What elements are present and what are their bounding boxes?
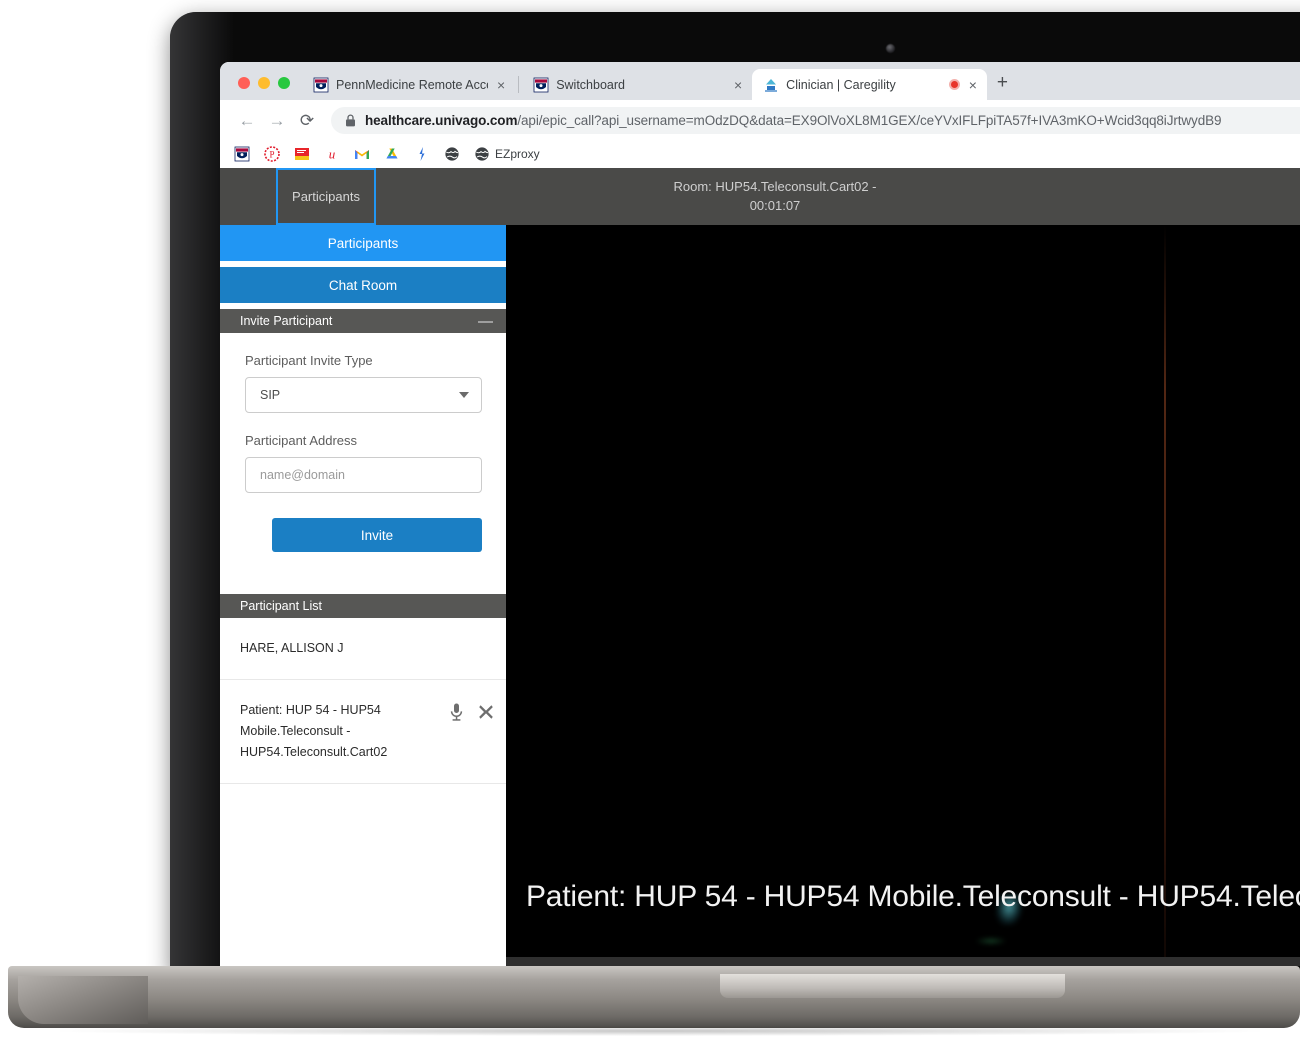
invite-type-value: SIP	[260, 388, 281, 402]
laptop-shadow	[60, 1026, 1260, 1036]
bookmark-globe-1[interactable]	[444, 146, 460, 162]
participant-name: HARE, ALLISON J	[240, 641, 344, 655]
recording-indicator-icon[interactable]	[948, 79, 960, 90]
app-top-bar: Room: HUP54.Teleconsult.Cart02 - 00:01:0…	[220, 168, 1300, 225]
webcam-icon	[886, 44, 895, 53]
video-light-streak	[1164, 225, 1166, 966]
sidebar-tab-participants[interactable]: Participants	[220, 225, 506, 261]
participant-list-section-header: Participant List	[220, 594, 506, 618]
video-participant-overlay-label: Patient: HUP 54 - HUP54 Mobile.Teleconsu…	[526, 880, 1300, 913]
bookmarks-bar: P u EZproxy	[220, 140, 1300, 168]
penn-shield-icon	[533, 77, 549, 92]
participant-address-label: Participant Address	[245, 433, 358, 448]
invite-participant-title: Invite Participant	[240, 314, 333, 328]
bookmark-penn-shield[interactable]	[234, 146, 250, 162]
script-u-icon: u	[329, 147, 336, 162]
invite-participant-section-header[interactable]: Invite Participant —	[220, 309, 506, 333]
new-tab-button[interactable]: +	[987, 73, 1016, 100]
video-bottom-bar	[506, 957, 1300, 966]
caregility-app: Room: HUP54.Teleconsult.Cart02 - 00:01:0…	[220, 168, 1300, 966]
browser-window: PennMedicine Remote Access × Switchboard…	[220, 62, 1300, 966]
blue-bolt-icon	[419, 147, 425, 161]
participants-toolbar-button[interactable]: Participants	[276, 168, 376, 225]
video-green-glow	[976, 937, 1006, 945]
invite-type-select[interactable]: SIP	[245, 377, 482, 413]
participant-list-title: Participant List	[240, 599, 322, 613]
window-traffic-lights	[220, 77, 302, 100]
laptop-base	[8, 966, 1300, 1028]
room-name: Room: HUP54.Teleconsult.Cart02 -	[673, 179, 877, 194]
bookmark-red-card[interactable]	[294, 146, 310, 162]
bookmark-script-u[interactable]: u	[324, 146, 340, 162]
browser-tab-1[interactable]: PennMedicine Remote Access ×	[302, 69, 515, 100]
browser-tab-3-close-icon[interactable]: ×	[967, 78, 979, 92]
svg-text:u: u	[329, 147, 336, 162]
room-timer: 00:01:07	[749, 198, 801, 213]
bookmark-google-drive[interactable]	[384, 146, 400, 162]
laptop-base-foot	[18, 976, 148, 1024]
gmail-icon	[355, 150, 369, 159]
google-drive-icon	[386, 148, 398, 159]
browser-tab-1-title: PennMedicine Remote Access	[336, 77, 488, 92]
browser-tab-3-title: Clinician | Caregility	[786, 77, 896, 92]
bookmark-blue-bolt[interactable]	[414, 146, 430, 162]
remove-participant-icon[interactable]	[478, 704, 494, 720]
globe-icon	[445, 147, 459, 161]
invite-type-label: Participant Invite Type	[245, 353, 373, 368]
browser-tab-strip: PennMedicine Remote Access × Switchboard…	[220, 62, 1300, 100]
minimize-window-button[interactable]	[258, 77, 270, 89]
penn-shield-icon	[234, 146, 250, 162]
invite-button[interactable]: Invite	[272, 518, 482, 552]
lock-icon	[346, 113, 355, 126]
bookmark-ezproxy[interactable]: EZproxy	[474, 146, 540, 162]
video-stage[interactable]: Patient: HUP 54 - HUP54 Mobile.Teleconsu…	[506, 225, 1300, 966]
penn-p-icon: P	[264, 146, 280, 162]
screenshot-root: PennMedicine Remote Access × Switchboard…	[0, 0, 1300, 1046]
caregility-icon	[765, 78, 778, 92]
browser-tab-1-close-icon[interactable]: ×	[495, 78, 507, 92]
participant-address-placeholder: name@domain	[260, 468, 345, 482]
back-button[interactable]: ←	[234, 107, 260, 133]
browser-tab-3[interactable]: Clinician | Caregility ×	[752, 69, 987, 100]
participant-list-item[interactable]: HARE, ALLISON J	[220, 618, 506, 680]
chevron-down-icon	[459, 392, 469, 398]
red-card-icon	[295, 148, 309, 160]
bookmark-ezproxy-label: EZproxy	[495, 147, 540, 161]
participant-name: Patient: HUP 54 - HUP54 Mobile.Teleconsu…	[240, 703, 388, 759]
laptop-base-notch	[720, 974, 1065, 998]
browser-toolbar: ← → ⟳ healthcare.univago.com/api/epic_ca…	[220, 100, 1300, 140]
bookmark-penn-p[interactable]: P	[264, 146, 280, 162]
svg-text:P: P	[269, 150, 274, 160]
penn-shield-icon	[313, 77, 329, 92]
participant-list-item[interactable]: Patient: HUP 54 - HUP54 Mobile.Teleconsu…	[220, 680, 506, 784]
collapse-icon[interactable]: —	[478, 314, 493, 329]
address-bar[interactable]: healthcare.univago.com/api/epic_call?api…	[331, 106, 1300, 134]
microphone-icon[interactable]	[449, 702, 464, 722]
participants-sidebar: Participants Chat Room Invite Participan…	[220, 225, 506, 966]
close-window-button[interactable]	[238, 77, 250, 89]
participant-row-actions	[449, 700, 494, 722]
room-label: Room: HUP54.Teleconsult.Cart02 - 00:01:0…	[220, 177, 1300, 215]
address-bar-text: healthcare.univago.com/api/epic_call?api…	[365, 113, 1221, 128]
browser-tab-2-title: Switchboard	[556, 77, 625, 92]
browser-tab-2[interactable]: Switchboard ×	[522, 69, 752, 100]
address-host: healthcare.univago.com	[365, 112, 518, 128]
reload-button[interactable]: ⟳	[294, 107, 320, 133]
sidebar-tab-chat-room[interactable]: Chat Room	[220, 267, 506, 303]
tab-separator	[518, 76, 520, 93]
globe-icon	[475, 147, 489, 161]
forward-button[interactable]: →	[264, 107, 290, 133]
browser-tab-2-close-icon[interactable]: ×	[732, 78, 744, 92]
maximize-window-button[interactable]	[278, 77, 290, 89]
participant-address-input[interactable]: name@domain	[245, 457, 482, 493]
bookmark-gmail[interactable]	[354, 146, 370, 162]
address-path: /api/epic_call?api_username=mOdzDQ&data=…	[517, 112, 1222, 128]
